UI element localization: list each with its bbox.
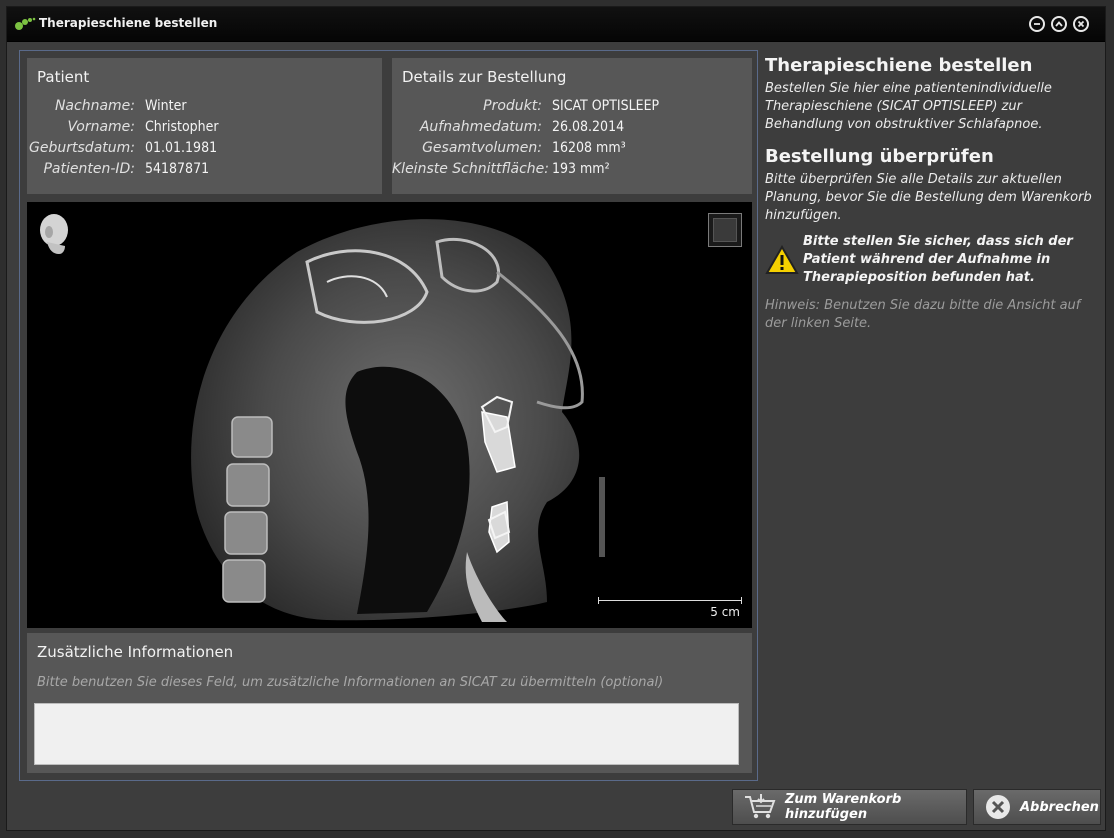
scale-bar: 5 cm [598,597,742,620]
field-label: Kleinste Schnittfläche: [392,161,550,177]
additional-info-box: Zusätzliche Informationen Bitte benutzen… [27,633,752,773]
hint-text: Hinweis: Benutzen Sie dazu bitte die Ans… [765,298,1081,331]
field-value: Christopher [145,119,219,135]
field-value: 01.01.1981 [145,140,218,156]
ct-slice-image [191,219,605,622]
sidebar-description: Bestellen Sie hier eine patientenindivid… [765,81,1052,132]
field-value: 16208 mm³ [552,140,626,156]
cancel-label: Abbrechen [1020,799,1099,815]
ct-slice-viewer[interactable]: 5 cm [27,202,752,628]
field-value: SICAT OPTISLEEP [552,98,660,114]
field-value: Winter [145,98,187,114]
dialog-window: Therapieschiene bestellen Patient Nachna… [6,6,1106,831]
order-details-heading: Details zur Bestellung [402,68,567,86]
window-title: Therapieschiene bestellen [39,16,218,30]
field-label: Produkt: [483,98,542,114]
warning-message: Bitte stellen Sie sicher, dass sich der … [765,233,1095,287]
add-to-cart-label: Zum Warenkorb hinzufügen [785,792,902,822]
review-text: Bitte überprüfen Sie alle Details zur ak… [765,172,1092,223]
order-row: Kleinste Schnittfläche: 193 mm² [392,161,659,182]
layout-toggle-icon[interactable] [708,213,742,247]
add-to-cart-button[interactable]: Zum Warenkorb hinzufügen [732,789,967,825]
patient-row: Patienten-ID: 54187871 [27,161,219,182]
field-label: Nachname: [54,98,135,114]
minimize-icon[interactable] [1029,16,1045,32]
additional-info-heading: Zusätzliche Informationen [37,643,234,661]
patient-row: Nachname: Winter [27,98,219,119]
patient-details: Nachname: Winter Vorname: Christopher Gebu… [27,98,219,182]
cancel-icon [986,795,1010,819]
order-row: Gesamtvolumen: 16208 mm³ [392,140,659,161]
warning-icon [765,244,799,274]
field-value: 26.08.2014 [552,119,625,135]
shopping-cart-icon [745,794,776,819]
additional-info-input[interactable] [34,703,739,765]
patient-row: Vorname: Christopher [27,119,219,140]
field-label: Aufnahmedatum: [419,119,542,135]
order-details-box: Details zur Bestellung Produkt: SICAT OPT… [392,58,752,194]
patient-row: Geburtsdatum: 01.01.1981 [27,140,219,161]
field-value: 54187871 [145,161,210,177]
field-label: Vorname: [67,119,136,135]
field-label: Patienten-ID: [43,161,135,177]
order-row: Produkt: SICAT OPTISLEEP [392,98,659,119]
sidebar-title: Therapieschiene bestellen [765,55,1033,76]
patient-heading: Patient [37,68,90,86]
field-value: 193 mm² [552,161,610,177]
order-panel: Patient Nachname: Winter Vorname: Christop… [19,50,758,781]
head-orientation-icon[interactable] [37,212,73,256]
warning-text: Bitte stellen Sie sicher, dass sich der … [803,234,1073,285]
field-label: Gesamtvolumen: [422,140,542,156]
order-row: Aufnahmedatum: 26.08.2014 [392,119,659,140]
field-label: Geburtsdatum: [29,140,135,156]
order-details: Produkt: SICAT OPTISLEEP Aufnahmedatum: 26… [392,98,659,182]
title-bar: Therapieschiene bestellen [7,7,1105,42]
patient-box: Patient Nachname: Winter Vorname: Christop… [27,58,382,194]
close-icon[interactable] [1073,16,1089,32]
review-heading: Bestellung überprüfen [765,146,994,167]
maximize-icon[interactable] [1051,16,1067,32]
additional-info-hint: Bitte benutzen Sie dieses Feld, um zusät… [37,675,664,690]
scale-label: 5 cm [710,605,740,619]
app-logo-icon [15,17,36,30]
cancel-button[interactable]: Abbrechen [973,789,1101,825]
instructions-panel: Therapieschiene bestellen Bestellen Sie … [765,55,1095,333]
